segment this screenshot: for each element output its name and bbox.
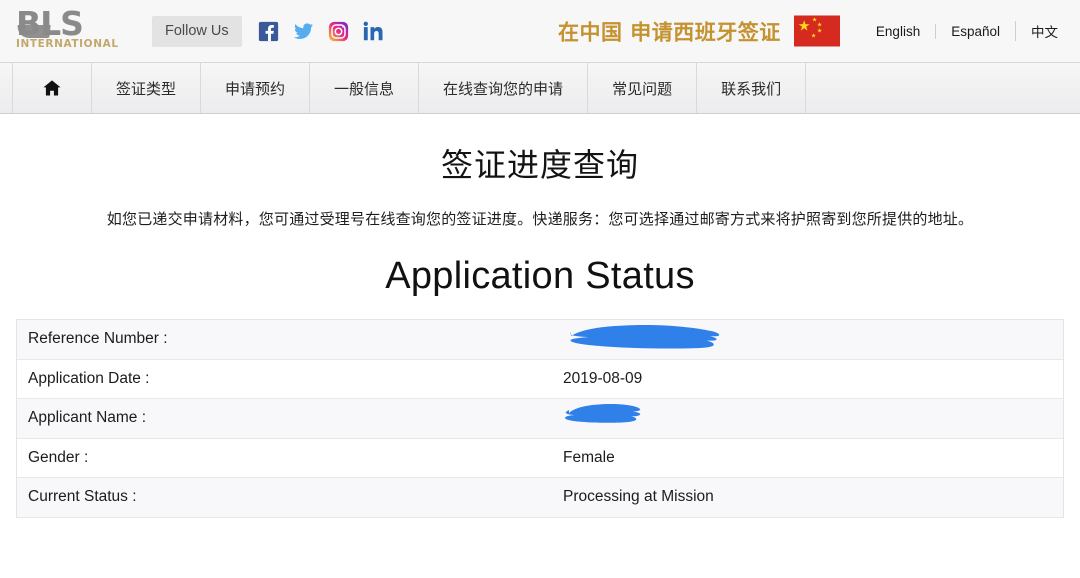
banner: 在中国 申请西班牙签证 ★ ★ ★ ★ ★ xyxy=(558,15,840,47)
language-option-espanol[interactable]: Español xyxy=(935,23,1015,39)
table-row: Application Date : 2019-08-09 xyxy=(17,359,1063,399)
row-value-gender: Female xyxy=(563,448,615,466)
table-row: Applicant Name : xyxy=(17,399,1063,439)
social-links xyxy=(258,21,384,42)
page-title: 签证进度查询 xyxy=(440,146,639,184)
row-label-applicant-name: Applicant Name : xyxy=(28,409,147,427)
language-option-english[interactable]: English xyxy=(861,24,935,39)
application-status-heading: Application Status xyxy=(385,255,695,297)
nav-item-track-application[interactable]: 在线查询您的申请 xyxy=(419,63,589,113)
nav-item-faq[interactable]: 常见问题 xyxy=(588,63,698,113)
row-label-current-status: Current Status : xyxy=(28,488,137,506)
row-value-reference-number xyxy=(563,320,1063,359)
page-description: 如您已递交申请材料，您可通过受理号在线查询您的签证进度。快递服务：您可选择通过邮… xyxy=(106,210,974,228)
row-value-applicant-name xyxy=(563,399,1063,438)
row-value-application-date: 2019-08-09 xyxy=(563,369,643,387)
instagram-icon[interactable] xyxy=(328,21,349,42)
home-icon xyxy=(43,80,61,96)
language-option-chinese[interactable]: 中文 xyxy=(1015,21,1066,41)
twitter-icon[interactable] xyxy=(293,21,314,42)
nav-item-contact-us[interactable]: 联系我们 xyxy=(697,63,807,113)
follow-us-button[interactable]: Follow Us xyxy=(152,15,242,47)
row-label-gender: Gender : xyxy=(28,448,89,466)
nav-item-general-info[interactable]: 一般信息 xyxy=(310,63,420,113)
language-selector: English Español 中文 xyxy=(861,21,1066,41)
bls-logo[interactable]: BLS INTERNATIONAL xyxy=(14,7,126,54)
facebook-icon[interactable] xyxy=(258,21,279,42)
table-row: Current Status : Processing at Mission xyxy=(17,478,1063,518)
main-navigation: 签证类型 申请预约 一般信息 在线查询您的申请 常见问题 联系我们 xyxy=(0,62,1080,114)
china-flag-icon: ★ ★ ★ ★ ★ xyxy=(793,15,840,47)
logo-secondary-text: INTERNATIONAL xyxy=(16,38,119,50)
redaction-mark xyxy=(565,404,641,423)
linkedin-icon[interactable] xyxy=(363,21,384,42)
row-label-reference-number: Reference Number : xyxy=(28,330,168,348)
row-value-current-status: Processing at Mission xyxy=(563,488,714,506)
redaction-mark xyxy=(570,325,720,349)
main-content: 签证进度查询 如您已递交申请材料，您可通过受理号在线查询您的签证进度。快递服务：… xyxy=(0,114,1080,518)
flag-star-small: ★ xyxy=(816,28,823,35)
top-bar: BLS INTERNATIONAL Follow Us 在中国 申请西班牙签证 … xyxy=(0,0,1080,62)
nav-item-appointment[interactable]: 申请预约 xyxy=(201,63,311,113)
table-row: Reference Number : xyxy=(17,320,1063,360)
row-label-application-date: Application Date : xyxy=(28,369,150,387)
flag-star-large: ★ xyxy=(797,17,811,34)
table-row: Gender : Female xyxy=(17,438,1063,478)
nav-item-home[interactable] xyxy=(12,63,92,113)
flag-star-small: ★ xyxy=(810,33,817,40)
nav-list: 签证类型 申请预约 一般信息 在线查询您的申请 常见问题 联系我们 xyxy=(12,63,1068,113)
application-status-table: Reference Number : Application Date : 20… xyxy=(16,319,1064,518)
banner-text: 在中国 申请西班牙签证 xyxy=(558,20,781,44)
nav-item-visa-types[interactable]: 签证类型 xyxy=(92,63,202,113)
